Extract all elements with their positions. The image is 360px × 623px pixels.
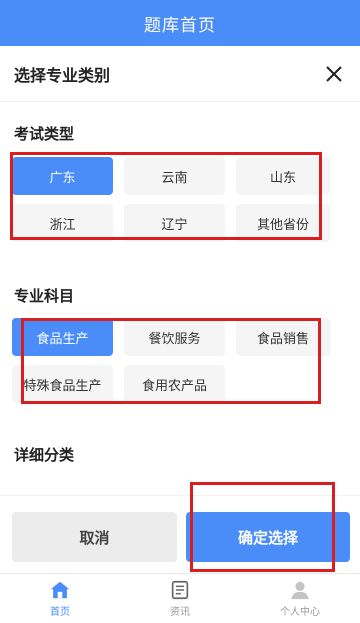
section-title-detail: 详细分类	[14, 446, 75, 464]
chip-subject[interactable]: 食品生产	[12, 318, 113, 356]
close-icon	[326, 65, 342, 82]
sheet-header: 选择专业类别	[0, 46, 360, 102]
subject-options: 食品生产 餐饮服务 食品销售 特殊食品生产 食用农产品	[12, 318, 330, 403]
tab-label: 个人中心	[280, 607, 320, 618]
cancel-button[interactable]: 取消	[12, 512, 177, 562]
chip-exam-type[interactable]: 其他省份	[236, 204, 330, 242]
tab-home[interactable]: 首页	[0, 574, 120, 623]
chip-exam-type[interactable]: 山东	[236, 157, 330, 195]
chip-exam-type[interactable]: 辽宁	[124, 204, 225, 242]
divider	[0, 495, 360, 496]
sheet-title: 选择专业类别	[14, 65, 111, 85]
chip-subject[interactable]: 食用农产品	[124, 365, 225, 403]
confirm-button[interactable]: 确定选择	[186, 512, 350, 562]
chip-exam-type[interactable]: 浙江	[12, 204, 113, 242]
tab-news[interactable]: 资讯	[120, 574, 240, 623]
app-bar: 题库首页	[0, 0, 360, 46]
chip-exam-type[interactable]: 云南	[124, 157, 225, 195]
user-icon	[291, 581, 309, 600]
chip-subject[interactable]: 食品销售	[236, 318, 330, 356]
tab-bar: 首页 资讯 个人中心	[0, 573, 360, 623]
tab-label: 资讯	[170, 607, 190, 618]
exam-type-options: 广东 云南 山东 浙江 辽宁 其他省份	[12, 157, 330, 242]
tab-label: 首页	[50, 607, 70, 618]
news-icon	[171, 580, 189, 600]
chip-subject[interactable]: 特殊食品生产	[12, 365, 113, 403]
section-title-exam-type: 考试类型	[14, 125, 75, 143]
chip-exam-type[interactable]: 广东	[12, 157, 113, 195]
chip-subject[interactable]: 餐饮服务	[124, 318, 225, 356]
home-icon	[50, 581, 70, 599]
tab-profile[interactable]: 个人中心	[240, 574, 360, 623]
app-title: 题库首页	[144, 15, 216, 36]
section-title-subject: 专业科目	[14, 287, 75, 305]
close-button[interactable]	[322, 62, 346, 86]
